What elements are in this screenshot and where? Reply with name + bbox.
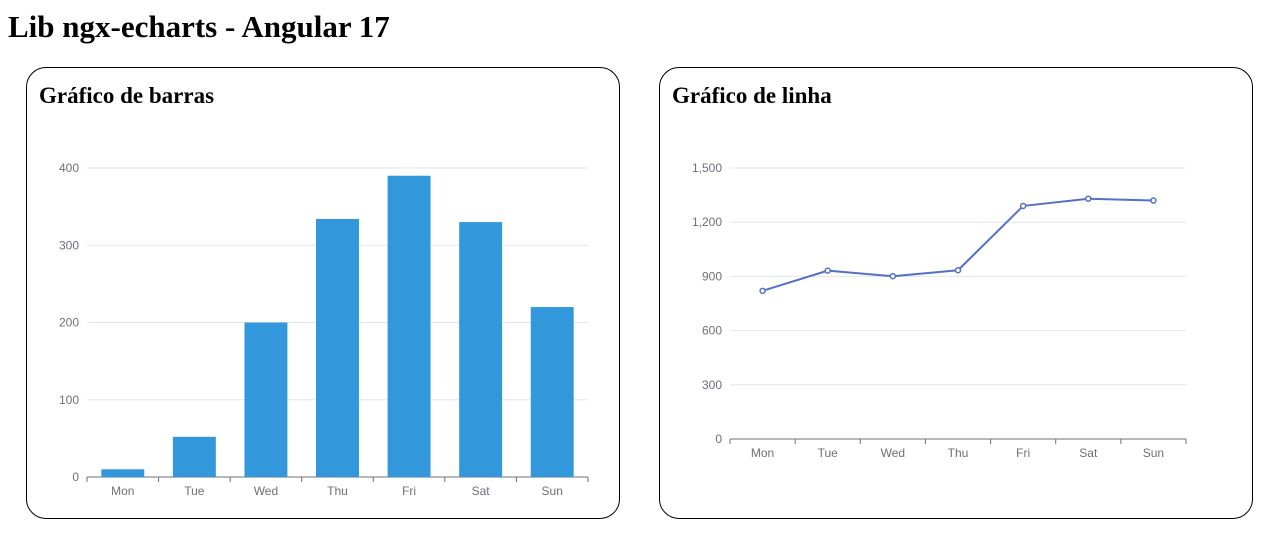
bar-chart: 0 100 200 300 400 Mon Tue Wed Thu Fri Sat Sun [59, 161, 589, 498]
y-tick-label: 600 [702, 324, 722, 338]
y-tick-label: 300 [702, 378, 722, 392]
x-tick-label: Tue [184, 484, 205, 498]
series-line [762, 197, 1154, 292]
y-tick-label: 0 [715, 432, 722, 446]
x-tick-label: Sun [1143, 446, 1164, 460]
data-point [759, 287, 766, 295]
x-tick-label: Fri [402, 484, 416, 498]
x-tick-label: Mon [111, 484, 134, 498]
bar [244, 322, 288, 477]
x-tick-label: Wed [254, 484, 278, 498]
y-tick-label: 300 [59, 238, 79, 252]
y-tick-label: 1,200 [692, 215, 722, 229]
y-tick-label: 1,500 [692, 161, 722, 175]
y-tick-label: 900 [702, 269, 722, 283]
bar [387, 175, 431, 477]
data-point [1150, 197, 1157, 204]
x-tick-label: Thu [948, 446, 969, 460]
data-point [824, 267, 831, 274]
x-tick-label: Tue [818, 446, 839, 460]
data-point [1085, 195, 1092, 202]
x-tick-label: Wed [881, 446, 905, 460]
x-tick-label: Mon [751, 446, 774, 460]
bar [101, 469, 145, 477]
bar [459, 222, 503, 477]
line-chart-card: Gráfico de linha 0 300 600 900 1,200 1,500 Mon… [659, 67, 1253, 519]
y-tick-label: 0 [72, 470, 79, 484]
bar [172, 436, 216, 477]
y-tick-label: 400 [59, 161, 79, 175]
x-tick-label: Fri [1016, 446, 1030, 460]
x-tick-label: Sun [542, 484, 563, 498]
data-point [1019, 202, 1027, 210]
bar [316, 218, 359, 478]
bar [530, 307, 574, 477]
x-tick-label: Sat [472, 484, 491, 498]
y-tick-label: 100 [59, 393, 79, 407]
bar-chart-card: Gráfico de barras 0 100 200 300 400 Mon Tue Wed… [26, 67, 620, 519]
data-point [954, 267, 962, 274]
y-tick-label: 200 [59, 316, 79, 330]
x-tick-label: Thu [327, 484, 348, 498]
data-point [889, 272, 897, 280]
x-tick-label: Sat [1079, 446, 1098, 460]
page-title: Lib ngx-echarts - Angular 17 [8, 9, 390, 44]
line-chart: 0 300 600 900 1,200 1,500 Mon Tue Wed Thu Fri Sat Su… [692, 161, 1187, 460]
